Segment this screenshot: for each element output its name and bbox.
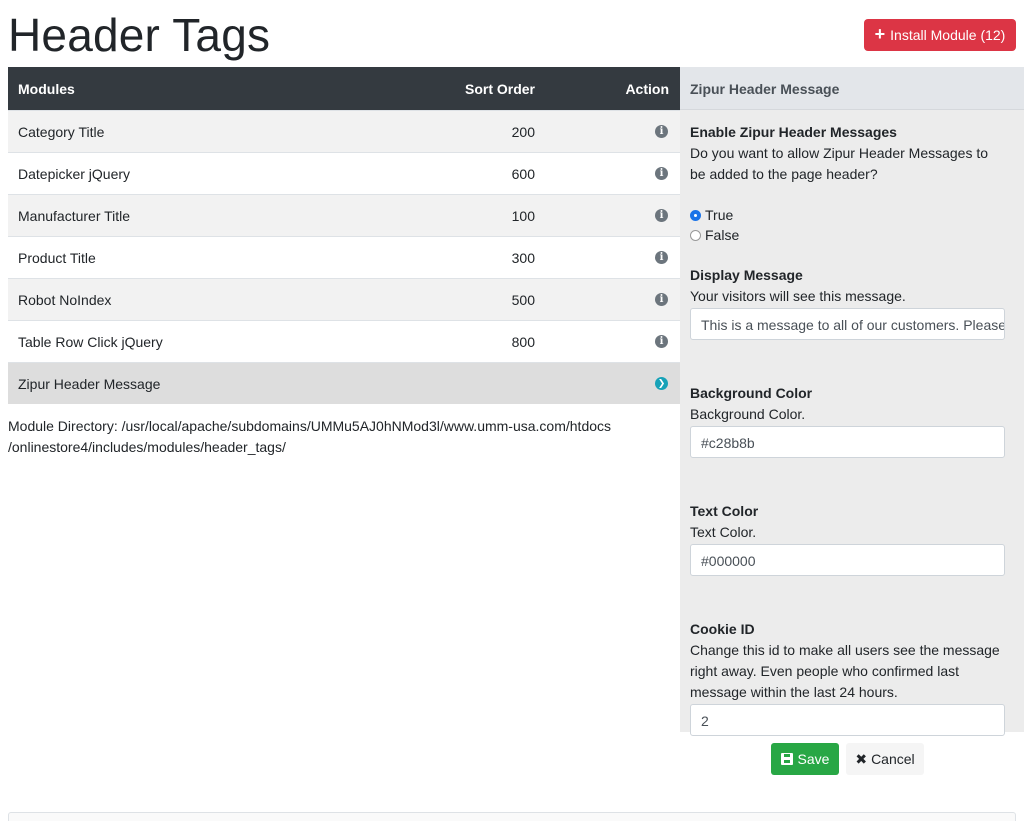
column-header-sort-order: Sort Order	[464, 81, 535, 97]
table-row[interactable]: Product Title 300 i	[8, 236, 680, 278]
close-icon: ✖	[855, 750, 868, 767]
module-name: Manufacturer Title	[18, 208, 131, 224]
display-message-title: Display Message	[690, 267, 803, 283]
module-name: Table Row Click jQuery	[18, 334, 163, 350]
module-name: Robot NoIndex	[18, 292, 112, 308]
chevron-right-circle-icon[interactable]: ❯	[655, 377, 668, 390]
enable-desc-line1: Do you want to allow Zipur Header Messag…	[690, 145, 989, 161]
cookie-id-desc-line2: right away. Even people who confirmed la…	[690, 663, 959, 679]
enable-title: Enable Zipur Header Messages	[690, 124, 897, 140]
cookie-id-desc-line1: Change this id to make all users see the…	[690, 642, 1000, 658]
display-message-input[interactable]: This is a message to all of our customer…	[690, 308, 1005, 340]
radio-false-label: False	[705, 226, 740, 243]
text-color-title: Text Color	[690, 503, 759, 519]
bottom-panel	[8, 812, 1016, 821]
info-icon[interactable]: i	[655, 251, 668, 264]
info-icon[interactable]: i	[655, 335, 668, 348]
save-button[interactable]: Save	[771, 743, 839, 775]
cancel-button[interactable]: ✖ Cancel	[846, 743, 924, 775]
text-color-input[interactable]: #000000	[690, 544, 1005, 576]
cookie-id-title: Cookie ID	[690, 621, 755, 637]
module-name: Datepicker jQuery	[18, 166, 131, 182]
enable-desc-line2: be added to the page header?	[690, 166, 878, 182]
text-color-desc: Text Color.	[690, 524, 757, 540]
save-label: Save	[797, 751, 830, 767]
table-row[interactable]: Robot NoIndex 500 i	[8, 278, 680, 320]
background-color-desc: Background Color.	[690, 406, 806, 422]
module-sort-order: 100	[511, 208, 535, 224]
table-row-selected[interactable]: Zipur Header Message ❯	[8, 362, 680, 404]
install-module-label: Install Module (12)	[890, 27, 1006, 43]
radio-true-option[interactable]: True	[690, 205, 1015, 225]
module-sort-order: 800	[511, 334, 535, 350]
radio-true-label: True	[705, 206, 734, 223]
page-title: Header Tags	[8, 9, 271, 61]
install-module-button[interactable]: + Install Module (12)	[864, 19, 1016, 51]
radio-false[interactable]	[690, 229, 701, 241]
panel-body: Enable Zipur Header Messages Do you want…	[690, 122, 1015, 736]
module-name: Product Title	[18, 250, 96, 266]
table-header: Modules Sort Order Action	[8, 67, 680, 110]
panel-title: Zipur Header Message	[680, 67, 1024, 110]
info-icon[interactable]: i	[655, 209, 668, 222]
cookie-id-input[interactable]: 2	[690, 704, 1005, 736]
plus-icon: +	[874, 24, 886, 44]
radio-false-option[interactable]: False	[690, 225, 1015, 245]
floppy-disk-icon	[780, 753, 793, 765]
modules-table: Modules Sort Order Action Category Title…	[8, 67, 680, 404]
cancel-label: Cancel	[871, 751, 915, 767]
table-row[interactable]: Manufacturer Title 100 i	[8, 194, 680, 236]
display-message-desc: Your visitors will see this message.	[690, 288, 906, 304]
module-settings-panel: Zipur Header Message Enable Zipur Header…	[680, 67, 1024, 736]
cookie-id-desc-line3: message within the last 24 hours.	[690, 684, 898, 700]
background-color-title: Background Color	[690, 385, 813, 401]
radio-true[interactable]	[690, 209, 701, 221]
info-icon[interactable]: i	[655, 167, 668, 180]
column-header-action: Action	[625, 81, 669, 97]
module-name: Zipur Header Message	[18, 376, 161, 392]
column-header-modules: Modules	[18, 81, 75, 97]
module-directory-line2: /onlinestore4/includes/modules/header_ta…	[8, 439, 286, 455]
module-sort-order: 500	[511, 292, 535, 308]
info-icon[interactable]: i	[655, 125, 668, 138]
module-directory-line1: Module Directory: /usr/local/apache/subd…	[8, 418, 612, 434]
module-sort-order: 200	[511, 124, 535, 140]
table-row[interactable]: Table Row Click jQuery 800 i	[8, 320, 680, 362]
table-row[interactable]: Datepicker jQuery 600 i	[8, 152, 680, 194]
module-directory: Module Directory: /usr/local/apache/subd…	[8, 416, 680, 458]
module-sort-order: 300	[511, 250, 535, 266]
table-row[interactable]: Category Title 200 i	[8, 110, 680, 152]
module-sort-order: 600	[511, 166, 535, 182]
info-icon[interactable]: i	[655, 293, 668, 306]
background-color-input[interactable]: #c28b8b	[690, 426, 1005, 458]
module-name: Category Title	[18, 124, 105, 140]
